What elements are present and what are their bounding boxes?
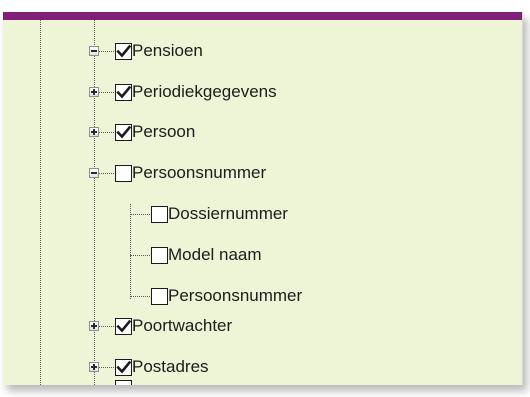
checkmark-icon	[115, 319, 131, 333]
expand-button[interactable]	[89, 321, 99, 331]
checkmark-icon	[115, 360, 131, 374]
tree-branch-line	[99, 326, 114, 327]
tree-item-label: Persoon	[132, 122, 196, 141]
collapse-button[interactable]	[89, 168, 99, 178]
tree-branch-line	[99, 132, 114, 133]
checkbox-poortwachter[interactable]	[115, 318, 132, 335]
tree-item-label: Dossiernummer	[168, 204, 288, 223]
tree-item-label: Poortwachter	[132, 316, 233, 335]
tree-branch-line	[99, 92, 114, 93]
checkbox-child-persoonsnummer[interactable]	[151, 288, 168, 305]
checkmark-icon	[115, 44, 131, 58]
tree-root-line	[40, 20, 41, 385]
checkbox-persoonsnummer[interactable]	[115, 165, 132, 182]
tree-item-label: Postadres	[132, 357, 209, 376]
tree-item-label: Persoonsnummer	[132, 163, 267, 182]
checkmark-icon	[115, 125, 131, 139]
checkbox-model-naam[interactable]	[151, 247, 168, 264]
checkbox-dossiernummer[interactable]	[151, 206, 168, 223]
checkbox-pensioen[interactable]	[115, 43, 132, 60]
tree-branch-line	[130, 214, 150, 215]
expand-button[interactable]	[89, 127, 99, 137]
tree-item-label: Periodiekgegevens	[132, 82, 277, 101]
checkbox-periodiekgegevens[interactable]	[115, 84, 132, 101]
expand-button[interactable]: plus-box-icon	[89, 46, 99, 56]
checkbox-postadres[interactable]	[115, 359, 132, 376]
screenshot-viewport: plus-box-icon Pensioen Periodiekgegevens…	[0, 0, 530, 397]
checkbox-next-item-clipped[interactable]	[115, 380, 132, 385]
tree-branch-line	[99, 51, 114, 52]
tree-item-label: Persoonsnummer	[168, 286, 303, 305]
tree-panel: plus-box-icon Pensioen Periodiekgegevens…	[3, 12, 523, 385]
tree-item-label: Model naam	[168, 245, 262, 264]
expand-button[interactable]	[89, 362, 99, 372]
tree-branch-line	[130, 296, 150, 297]
tree-item-label: Pensioen	[132, 41, 203, 60]
window-top-bar	[3, 12, 522, 20]
tree-branch-line	[99, 367, 114, 368]
tree-branch-line	[99, 173, 114, 174]
tree-child-line	[130, 204, 131, 299]
checkbox-persoon[interactable]	[115, 124, 132, 141]
tree-branch-line	[130, 255, 150, 256]
expand-button[interactable]	[89, 87, 99, 97]
checkmark-icon	[115, 85, 131, 99]
